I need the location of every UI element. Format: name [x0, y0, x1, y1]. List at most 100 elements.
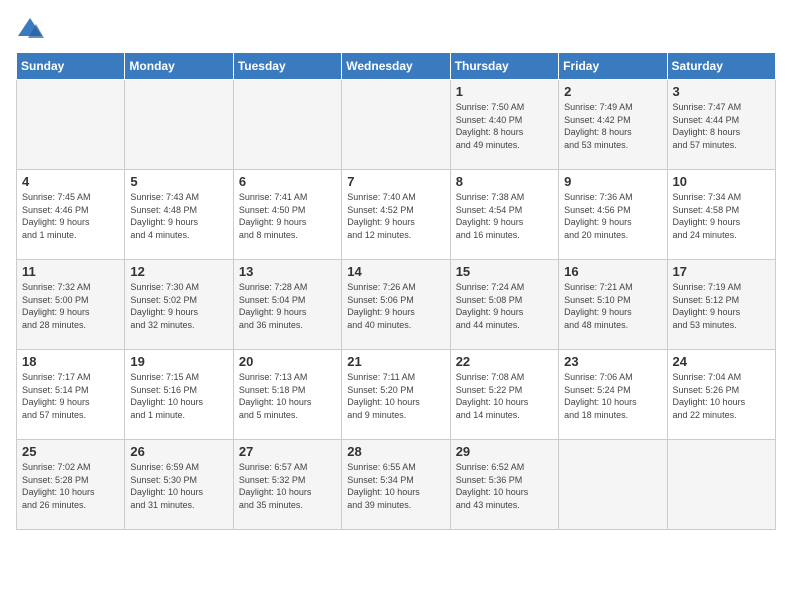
day-info: Sunrise: 7:50 AM Sunset: 4:40 PM Dayligh…: [456, 101, 553, 151]
calendar-cell: 29 Sunrise: 6:52 AM Sunset: 5:36 PM Dayli…: [450, 440, 558, 530]
calendar-week-row: 1 Sunrise: 7:50 AM Sunset: 4:40 PM Daylig…: [17, 80, 776, 170]
day-number: 14: [347, 264, 444, 279]
day-number: 2: [564, 84, 661, 99]
day-number: 27: [239, 444, 336, 459]
day-info: Sunrise: 7:24 AM Sunset: 5:08 PM Dayligh…: [456, 281, 553, 331]
day-number: 21: [347, 354, 444, 369]
day-header-thursday: Thursday: [450, 53, 558, 80]
day-info: Sunrise: 6:59 AM Sunset: 5:30 PM Dayligh…: [130, 461, 227, 511]
calendar-cell: 19 Sunrise: 7:15 AM Sunset: 5:16 PM Dayli…: [125, 350, 233, 440]
calendar-cell: [559, 440, 667, 530]
day-header-saturday: Saturday: [667, 53, 775, 80]
day-info: Sunrise: 7:45 AM Sunset: 4:46 PM Dayligh…: [22, 191, 119, 241]
calendar-cell: 25 Sunrise: 7:02 AM Sunset: 5:28 PM Dayli…: [17, 440, 125, 530]
day-number: 10: [673, 174, 770, 189]
day-info: Sunrise: 7:08 AM Sunset: 5:22 PM Dayligh…: [456, 371, 553, 421]
day-number: 22: [456, 354, 553, 369]
calendar-cell: 2 Sunrise: 7:49 AM Sunset: 4:42 PM Daylig…: [559, 80, 667, 170]
day-info: Sunrise: 7:06 AM Sunset: 5:24 PM Dayligh…: [564, 371, 661, 421]
day-number: 7: [347, 174, 444, 189]
calendar-cell: [342, 80, 450, 170]
day-info: Sunrise: 7:41 AM Sunset: 4:50 PM Dayligh…: [239, 191, 336, 241]
calendar-cell: 5 Sunrise: 7:43 AM Sunset: 4:48 PM Daylig…: [125, 170, 233, 260]
day-info: Sunrise: 7:30 AM Sunset: 5:02 PM Dayligh…: [130, 281, 227, 331]
day-number: 4: [22, 174, 119, 189]
calendar-cell: 10 Sunrise: 7:34 AM Sunset: 4:58 PM Dayli…: [667, 170, 775, 260]
day-info: Sunrise: 7:32 AM Sunset: 5:00 PM Dayligh…: [22, 281, 119, 331]
day-number: 9: [564, 174, 661, 189]
day-info: Sunrise: 7:38 AM Sunset: 4:54 PM Dayligh…: [456, 191, 553, 241]
calendar-table: SundayMondayTuesdayWednesdayThursdayFrid…: [16, 52, 776, 530]
day-info: Sunrise: 7:19 AM Sunset: 5:12 PM Dayligh…: [673, 281, 770, 331]
calendar-week-row: 18 Sunrise: 7:17 AM Sunset: 5:14 PM Dayli…: [17, 350, 776, 440]
day-info: Sunrise: 7:49 AM Sunset: 4:42 PM Dayligh…: [564, 101, 661, 151]
calendar-cell: 13 Sunrise: 7:28 AM Sunset: 5:04 PM Dayli…: [233, 260, 341, 350]
day-info: Sunrise: 6:55 AM Sunset: 5:34 PM Dayligh…: [347, 461, 444, 511]
calendar-cell: 14Sunrise: 7:26 AM Sunset: 5:06 PM Dayli…: [342, 260, 450, 350]
logo: [16, 16, 48, 44]
day-number: 6: [239, 174, 336, 189]
day-header-friday: Friday: [559, 53, 667, 80]
day-number: 13: [239, 264, 336, 279]
calendar-header-row: SundayMondayTuesdayWednesdayThursdayFrid…: [17, 53, 776, 80]
calendar-cell: [17, 80, 125, 170]
calendar-cell: 23 Sunrise: 7:06 AM Sunset: 5:24 PM Dayli…: [559, 350, 667, 440]
day-number: 19: [130, 354, 227, 369]
day-info: Sunrise: 7:28 AM Sunset: 5:04 PM Dayligh…: [239, 281, 336, 331]
calendar-cell: 24Sunrise: 7:04 AM Sunset: 5:26 PM Dayli…: [667, 350, 775, 440]
calendar-week-row: 25 Sunrise: 7:02 AM Sunset: 5:28 PM Dayli…: [17, 440, 776, 530]
day-info: Sunrise: 6:52 AM Sunset: 5:36 PM Dayligh…: [456, 461, 553, 511]
calendar-cell: 28 Sunrise: 6:55 AM Sunset: 5:34 PM Dayli…: [342, 440, 450, 530]
day-info: Sunrise: 7:43 AM Sunset: 4:48 PM Dayligh…: [130, 191, 227, 241]
day-info: Sunrise: 7:40 AM Sunset: 4:52 PM Dayligh…: [347, 191, 444, 241]
day-number: 8: [456, 174, 553, 189]
day-info: Sunrise: 7:17 AM Sunset: 5:14 PM Dayligh…: [22, 371, 119, 421]
day-number: 1: [456, 84, 553, 99]
calendar-cell: 6 Sunrise: 7:41 AM Sunset: 4:50 PM Daylig…: [233, 170, 341, 260]
day-number: 12: [130, 264, 227, 279]
day-info: Sunrise: 7:47 AM Sunset: 4:44 PM Dayligh…: [673, 101, 770, 151]
day-info: Sunrise: 6:57 AM Sunset: 5:32 PM Dayligh…: [239, 461, 336, 511]
calendar-week-row: 4 Sunrise: 7:45 AM Sunset: 4:46 PM Daylig…: [17, 170, 776, 260]
day-number: 23: [564, 354, 661, 369]
day-header-tuesday: Tuesday: [233, 53, 341, 80]
day-number: 16: [564, 264, 661, 279]
calendar-cell: 16 Sunrise: 7:21 AM Sunset: 5:10 PM Dayli…: [559, 260, 667, 350]
page-header: [16, 16, 776, 44]
day-number: 18: [22, 354, 119, 369]
calendar-cell: 27 Sunrise: 6:57 AM Sunset: 5:32 PM Dayli…: [233, 440, 341, 530]
day-number: 5: [130, 174, 227, 189]
day-number: 25: [22, 444, 119, 459]
calendar-cell: 22 Sunrise: 7:08 AM Sunset: 5:22 PM Dayli…: [450, 350, 558, 440]
calendar-cell: [233, 80, 341, 170]
logo-icon: [16, 16, 44, 44]
day-header-monday: Monday: [125, 53, 233, 80]
day-info: Sunrise: 7:04 AM Sunset: 5:26 PM Dayligh…: [673, 371, 770, 421]
calendar-cell: 9 Sunrise: 7:36 AM Sunset: 4:56 PM Daylig…: [559, 170, 667, 260]
day-number: 20: [239, 354, 336, 369]
day-number: 17: [673, 264, 770, 279]
day-number: 11: [22, 264, 119, 279]
day-info: Sunrise: 7:36 AM Sunset: 4:56 PM Dayligh…: [564, 191, 661, 241]
day-number: 3: [673, 84, 770, 99]
calendar-cell: 7 Sunrise: 7:40 AM Sunset: 4:52 PM Daylig…: [342, 170, 450, 260]
day-info: Sunrise: 7:11 AM Sunset: 5:20 PM Dayligh…: [347, 371, 444, 421]
calendar-cell: 15Sunrise: 7:24 AM Sunset: 5:08 PM Dayli…: [450, 260, 558, 350]
day-number: 28: [347, 444, 444, 459]
day-header-wednesday: Wednesday: [342, 53, 450, 80]
calendar-cell: 21 Sunrise: 7:11 AM Sunset: 5:20 PM Dayli…: [342, 350, 450, 440]
calendar-cell: 12 Sunrise: 7:30 AM Sunset: 5:02 PM Dayli…: [125, 260, 233, 350]
calendar-week-row: 11 Sunrise: 7:32 AM Sunset: 5:00 PM Dayli…: [17, 260, 776, 350]
day-info: Sunrise: 7:15 AM Sunset: 5:16 PM Dayligh…: [130, 371, 227, 421]
day-info: Sunrise: 7:21 AM Sunset: 5:10 PM Dayligh…: [564, 281, 661, 331]
calendar-cell: [125, 80, 233, 170]
calendar-cell: 18 Sunrise: 7:17 AM Sunset: 5:14 PM Dayli…: [17, 350, 125, 440]
day-info: Sunrise: 7:02 AM Sunset: 5:28 PM Dayligh…: [22, 461, 119, 511]
calendar-cell: 11 Sunrise: 7:32 AM Sunset: 5:00 PM Dayli…: [17, 260, 125, 350]
day-info: Sunrise: 7:13 AM Sunset: 5:18 PM Dayligh…: [239, 371, 336, 421]
day-number: 26: [130, 444, 227, 459]
calendar-cell: 3 Sunrise: 7:47 AM Sunset: 4:44 PM Daylig…: [667, 80, 775, 170]
calendar-cell: [667, 440, 775, 530]
day-number: 29: [456, 444, 553, 459]
day-info: Sunrise: 7:34 AM Sunset: 4:58 PM Dayligh…: [673, 191, 770, 241]
